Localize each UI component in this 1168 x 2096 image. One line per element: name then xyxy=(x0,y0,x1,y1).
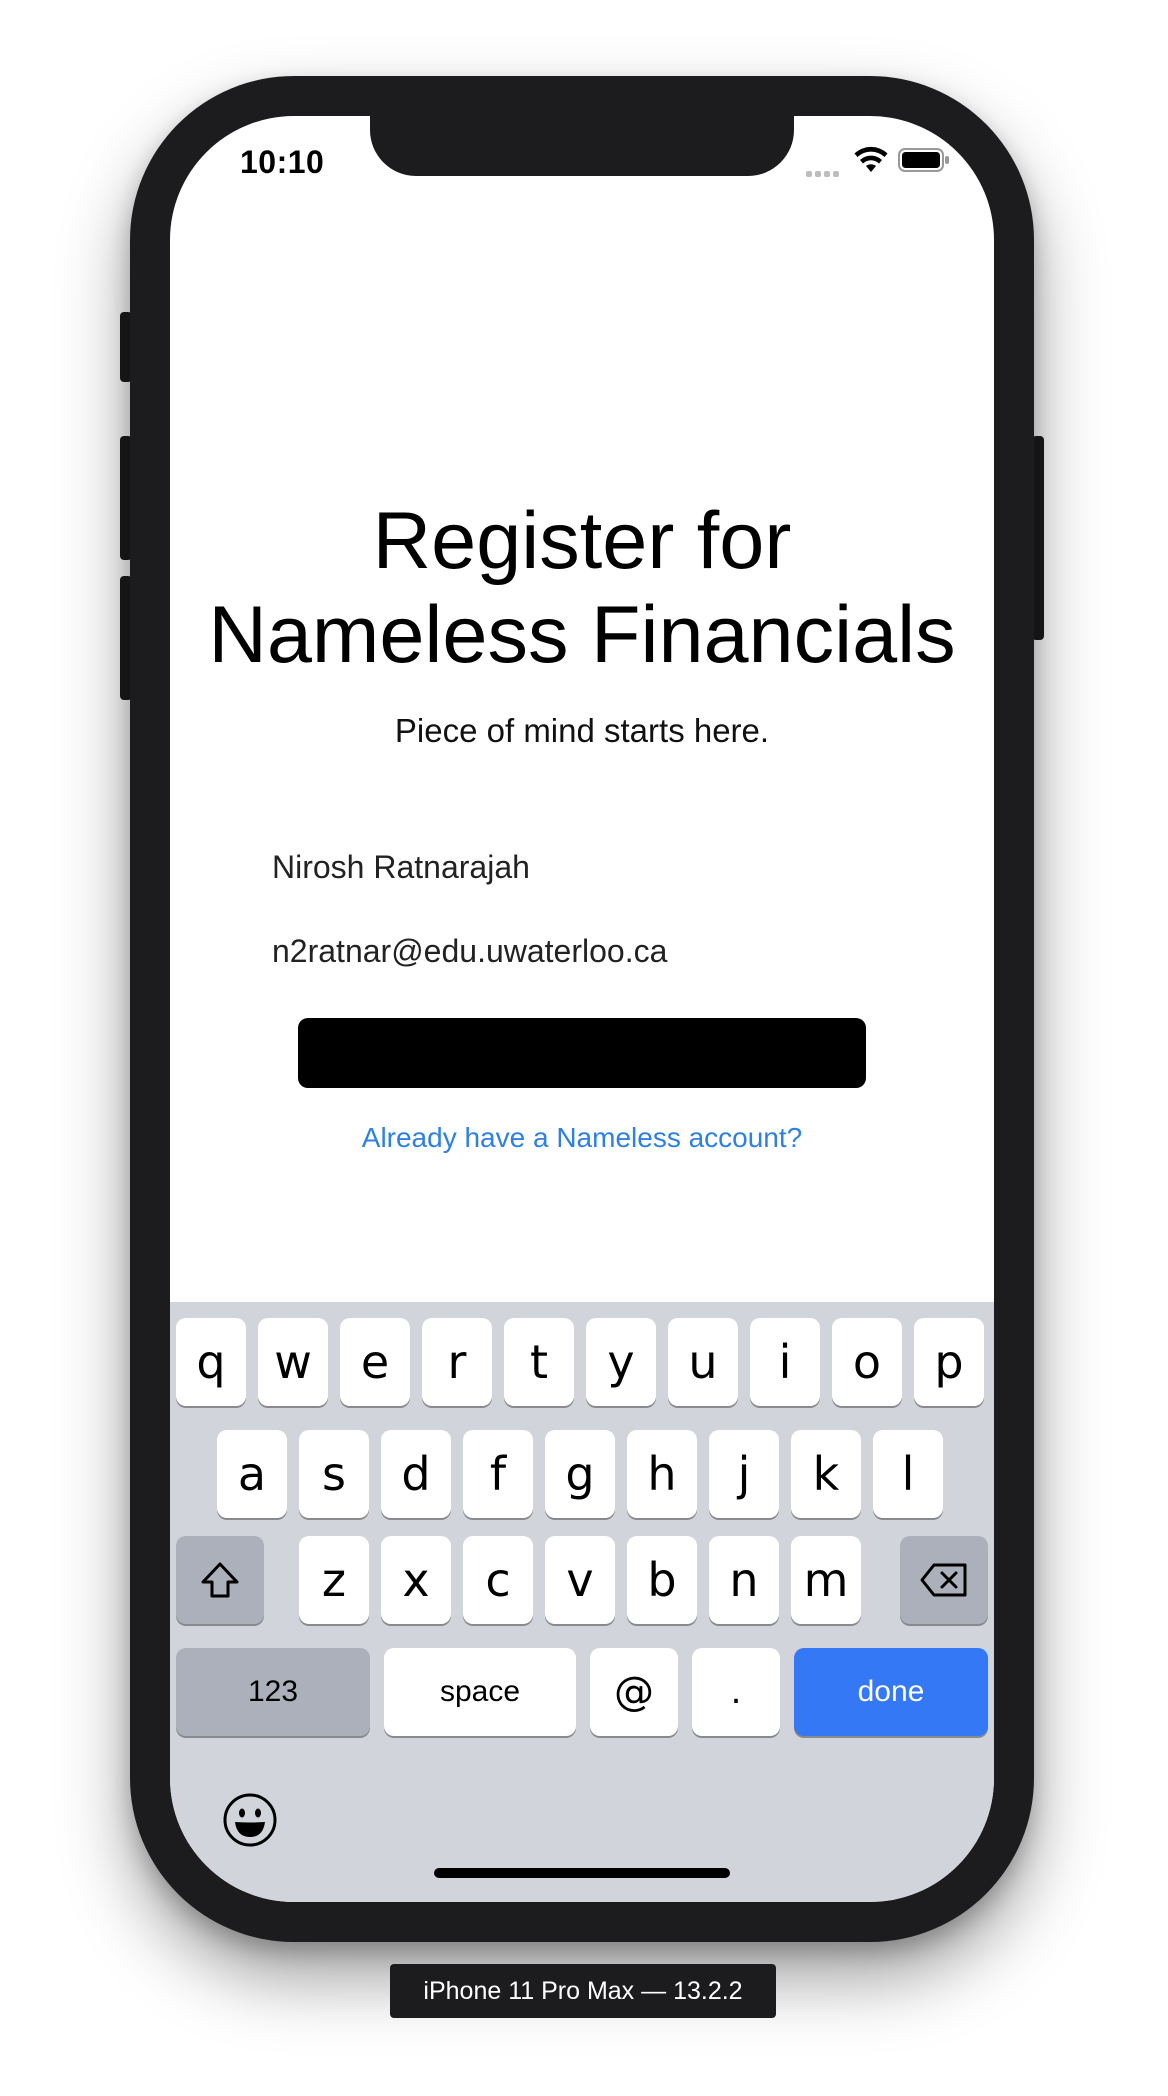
keyboard: qwertyuiop asdfghjkl zxcvbnm 123 space @… xyxy=(170,1302,994,1902)
key-w[interactable]: w xyxy=(258,1318,328,1406)
screen: 10:10 Register for Nameless Financials P… xyxy=(170,116,994,1902)
key-v[interactable]: v xyxy=(545,1536,615,1624)
key-y[interactable]: y xyxy=(586,1318,656,1406)
key-t[interactable]: t xyxy=(504,1318,574,1406)
key-u[interactable]: u xyxy=(668,1318,738,1406)
key-n[interactable]: n xyxy=(709,1536,779,1624)
key-l[interactable]: l xyxy=(873,1430,943,1518)
key-f[interactable]: f xyxy=(463,1430,533,1518)
battery-icon xyxy=(898,148,949,172)
login-link[interactable]: Already have a Nameless account? xyxy=(170,1122,994,1154)
key-c[interactable]: c xyxy=(463,1536,533,1624)
backspace-icon xyxy=(920,1563,967,1597)
shift-key[interactable] xyxy=(176,1536,264,1624)
name-field[interactable] xyxy=(272,842,892,892)
key-q[interactable]: q xyxy=(176,1318,246,1406)
key-e[interactable]: e xyxy=(340,1318,410,1406)
key-r[interactable]: r xyxy=(422,1318,492,1406)
status-time: 10:10 xyxy=(240,144,325,180)
numbers-key[interactable]: 123 xyxy=(176,1648,370,1736)
key-d[interactable]: d xyxy=(381,1430,451,1518)
key-a[interactable]: a xyxy=(217,1430,287,1518)
key-i[interactable]: i xyxy=(750,1318,820,1406)
register-button[interactable] xyxy=(298,1018,866,1088)
title-line-1: Register for xyxy=(372,496,792,586)
key-k[interactable]: k xyxy=(791,1430,861,1518)
iphone-frame: 10:10 Register for Nameless Financials P… xyxy=(130,76,1034,1942)
key-p[interactable]: p xyxy=(914,1318,984,1406)
title-line-2: Nameless Financials xyxy=(208,590,956,680)
emoji-icon[interactable] xyxy=(222,1792,278,1848)
key-g[interactable]: g xyxy=(545,1430,615,1518)
wifi-icon xyxy=(854,146,888,172)
key-j[interactable]: j xyxy=(709,1430,779,1518)
done-key[interactable]: done xyxy=(794,1648,988,1736)
page-title: Register for Nameless Financials xyxy=(170,494,994,682)
signal-icon xyxy=(806,164,844,177)
home-indicator xyxy=(434,1868,730,1878)
dot-key[interactable]: . xyxy=(692,1648,780,1736)
key-b[interactable]: b xyxy=(627,1536,697,1624)
key-h[interactable]: h xyxy=(627,1430,697,1518)
shift-icon xyxy=(201,1562,239,1598)
key-x[interactable]: x xyxy=(381,1536,451,1624)
simulator-stage: 10:10 Register for Nameless Financials P… xyxy=(0,0,1168,2096)
backspace-key[interactable] xyxy=(900,1536,988,1624)
key-m[interactable]: m xyxy=(791,1536,861,1624)
device-label: iPhone 11 Pro Max — 13.2.2 xyxy=(390,1964,776,2018)
space-key[interactable]: space xyxy=(384,1648,576,1736)
key-s[interactable]: s xyxy=(299,1430,369,1518)
page-subtitle: Piece of mind starts here. xyxy=(394,712,770,749)
key-z[interactable]: z xyxy=(299,1536,369,1624)
notch xyxy=(370,116,794,176)
email-field[interactable] xyxy=(272,926,892,976)
key-o[interactable]: o xyxy=(832,1318,902,1406)
at-key[interactable]: @ xyxy=(590,1648,678,1736)
